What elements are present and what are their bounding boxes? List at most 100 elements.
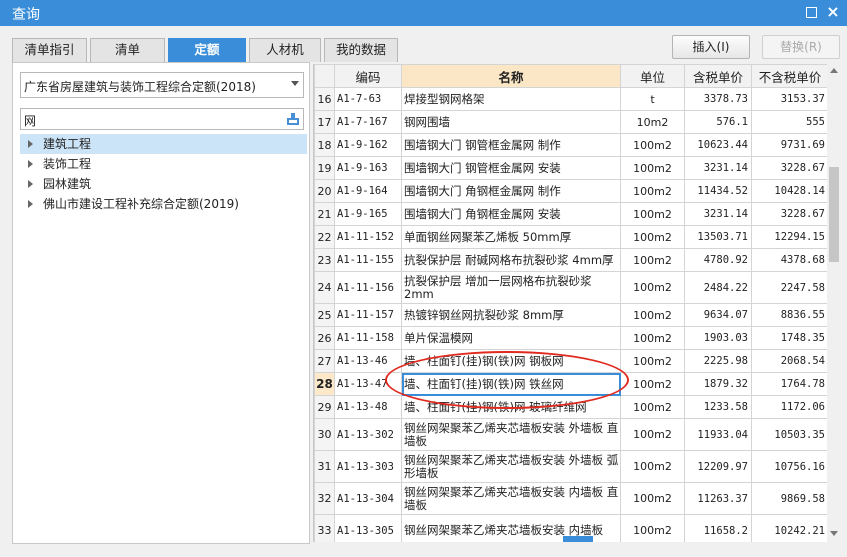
cell-unit[interactable]: 100m2: [620, 271, 685, 304]
row-number[interactable]: 16: [314, 87, 335, 111]
cell-unit[interactable]: 100m2: [620, 248, 685, 272]
tab-bill[interactable]: 清单: [90, 38, 165, 62]
row-number[interactable]: 32: [314, 482, 335, 515]
cell-unit[interactable]: 100m2: [620, 133, 685, 157]
row-number[interactable]: 25: [314, 303, 335, 327]
cell-price-tax[interactable]: 12209.97: [684, 450, 752, 483]
panel-splitter-handle[interactable]: [563, 536, 593, 542]
cell-name[interactable]: 钢丝网架聚苯乙烯夹芯墙板安装 外墙板 直墙板: [401, 418, 621, 451]
row-number[interactable]: 23: [314, 248, 335, 272]
table-row[interactable]: 29 A1-13-48 墙、柱面钉(挂)钢(铁)网 玻璃纤维网 100m2 1233.5…: [314, 395, 827, 419]
tree-item[interactable]: 建筑工程: [20, 134, 307, 154]
cell-unit[interactable]: 100m2: [620, 326, 685, 350]
table-row[interactable]: 26 A1-11-158 单片保温模网 100m2 1903.03 1748.35: [314, 326, 827, 350]
cell-name[interactable]: 围墙钢大门 角钢框金属网 安装: [401, 202, 621, 226]
cell-unit[interactable]: 100m2: [620, 303, 685, 327]
triangle-right-icon[interactable]: [28, 200, 33, 208]
cell-code[interactable]: A1-13-48: [334, 395, 402, 419]
cell-code[interactable]: A1-11-155: [334, 248, 402, 272]
table-row[interactable]: 25 A1-11-157 热镀锌钢丝网抗裂砂浆 8mm厚 100m2 9634.07 88…: [314, 303, 827, 327]
cell-price-tax[interactable]: 11658.2: [684, 514, 752, 542]
scroll-down-icon[interactable]: [830, 531, 838, 536]
cell-name[interactable]: 围墙钢大门 角钢框金属网 制作: [401, 179, 621, 203]
scrollbar-thumb[interactable]: [829, 167, 839, 262]
cell-name[interactable]: 焊接型钢网格架: [401, 87, 621, 111]
cell-code[interactable]: A1-11-156: [334, 271, 402, 304]
row-number[interactable]: 29: [314, 395, 335, 419]
quota-library-select[interactable]: 广东省房屋建筑与装饰工程综合定额(2018): [20, 72, 304, 98]
chevron-down-icon[interactable]: [291, 81, 299, 86]
cell-price-notax[interactable]: 2068.54: [751, 349, 827, 373]
cell-price-notax[interactable]: 1172.06: [751, 395, 827, 419]
cell-price-tax[interactable]: 2484.22: [684, 271, 752, 304]
triangle-right-icon[interactable]: [28, 180, 33, 188]
tab-labor-material[interactable]: 人材机: [249, 38, 321, 62]
row-number[interactable]: 18: [314, 133, 335, 157]
cell-price-tax[interactable]: 1879.32: [684, 372, 752, 396]
cell-price-tax[interactable]: 576.1: [684, 110, 752, 134]
cell-price-tax[interactable]: 3231.14: [684, 202, 752, 226]
column-header-code[interactable]: 编码: [334, 64, 402, 88]
cell-name[interactable]: 钢网围墙: [401, 110, 621, 134]
cell-name[interactable]: 热镀锌钢丝网抗裂砂浆 8mm厚: [401, 303, 621, 327]
insert-button[interactable]: 插入(I): [672, 35, 750, 59]
row-number[interactable]: 22: [314, 225, 335, 249]
cell-price-notax[interactable]: 9869.58: [751, 482, 827, 515]
cell-price-notax[interactable]: 9731.69: [751, 133, 827, 157]
cell-name[interactable]: 钢丝网架聚苯乙烯夹芯墙板安装 内墙板 直墙板: [401, 482, 621, 515]
cell-name[interactable]: 钢丝网架聚苯乙烯夹芯墙板安装 外墙板 弧形墙板: [401, 450, 621, 483]
table-row[interactable]: 19 A1-9-163 围墙钢大门 钢管框金属网 安装 100m2 3231.14 322…: [314, 156, 827, 180]
cell-price-tax[interactable]: 11263.37: [684, 482, 752, 515]
column-header-price-notax[interactable]: 不含税单价: [751, 64, 827, 88]
cell-code[interactable]: A1-9-162: [334, 133, 402, 157]
tree-item[interactable]: 装饰工程: [20, 154, 307, 174]
cell-name[interactable]: 墙、柱面钉(挂)钢(铁)网 铁丝网: [401, 372, 621, 396]
cell-unit[interactable]: 100m2: [620, 225, 685, 249]
cell-unit[interactable]: 100m2: [620, 418, 685, 451]
cell-unit[interactable]: 100m2: [620, 395, 685, 419]
cell-price-tax[interactable]: 9634.07: [684, 303, 752, 327]
cell-unit[interactable]: 100m2: [620, 202, 685, 226]
cell-price-notax[interactable]: 12294.15: [751, 225, 827, 249]
table-row[interactable]: 23 A1-11-155 抗裂保护层 耐碱网格布抗裂砂浆 4mm厚 100m2 4780…: [314, 248, 827, 272]
cell-price-tax[interactable]: 13503.71: [684, 225, 752, 249]
cell-unit[interactable]: 100m2: [620, 514, 685, 542]
table-row[interactable]: 22 A1-11-152 单面钢丝网聚苯乙烯板 50mm厚 100m2 13503.71…: [314, 225, 827, 249]
tab-bill-guide[interactable]: 清单指引: [12, 38, 87, 62]
cell-name[interactable]: 围墙钢大门 钢管框金属网 安装: [401, 156, 621, 180]
cell-price-tax[interactable]: 11434.52: [684, 179, 752, 203]
tree-item[interactable]: 佛山市建设工程补充综合定额(2019): [20, 194, 307, 214]
cell-price-notax[interactable]: 4378.68: [751, 248, 827, 272]
cell-unit[interactable]: 10m2: [620, 110, 685, 134]
cell-price-notax[interactable]: 10242.21: [751, 514, 827, 542]
scroll-up-icon[interactable]: [830, 68, 838, 73]
column-header-price-tax[interactable]: 含税单价: [684, 64, 752, 88]
cell-unit[interactable]: 100m2: [620, 179, 685, 203]
cell-code[interactable]: A1-9-163: [334, 156, 402, 180]
cell-price-notax[interactable]: 10503.35: [751, 418, 827, 451]
search-icon[interactable]: [286, 112, 300, 126]
cell-code[interactable]: A1-7-63: [334, 87, 402, 111]
cell-code[interactable]: A1-7-167: [334, 110, 402, 134]
cell-price-notax[interactable]: 3153.37: [751, 87, 827, 111]
table-row[interactable]: 24 A1-11-156 抗裂保护层 增加一层网格布抗裂砂浆 2mm 100m2 248…: [314, 271, 827, 304]
row-number[interactable]: 28: [314, 372, 335, 396]
cell-price-notax[interactable]: 555: [751, 110, 827, 134]
cell-price-tax[interactable]: 4780.92: [684, 248, 752, 272]
cell-price-notax[interactable]: 3228.67: [751, 156, 827, 180]
cell-price-tax[interactable]: 1903.03: [684, 326, 752, 350]
cell-price-tax[interactable]: 3231.14: [684, 156, 752, 180]
row-number[interactable]: 21: [314, 202, 335, 226]
cell-price-tax[interactable]: 2225.98: [684, 349, 752, 373]
cell-price-tax[interactable]: 11933.04: [684, 418, 752, 451]
close-icon[interactable]: ×: [825, 4, 841, 20]
cell-code[interactable]: A1-11-157: [334, 303, 402, 327]
cell-unit[interactable]: 100m2: [620, 482, 685, 515]
cell-price-notax[interactable]: 1764.78: [751, 372, 827, 396]
row-number[interactable]: 26: [314, 326, 335, 350]
cell-name[interactable]: 墙、柱面钉(挂)钢(铁)网 玻璃纤维网: [401, 395, 621, 419]
cell-unit[interactable]: 100m2: [620, 156, 685, 180]
table-row[interactable]: 28 A1-13-47 墙、柱面钉(挂)钢(铁)网 铁丝网 100m2 1879.32 1…: [314, 372, 827, 396]
cell-code[interactable]: A1-9-164: [334, 179, 402, 203]
cell-code[interactable]: A1-13-47: [334, 372, 402, 396]
